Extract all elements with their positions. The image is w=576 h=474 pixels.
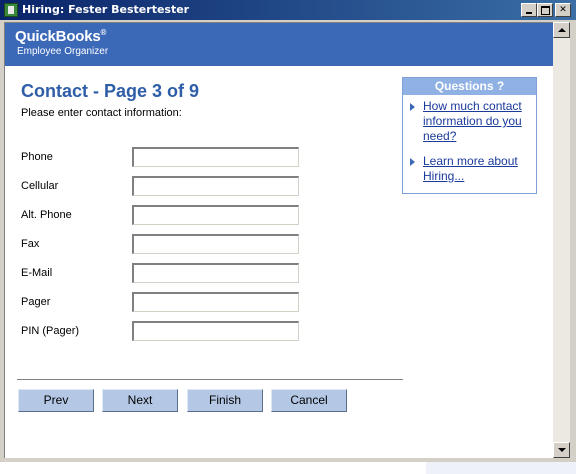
phone-input[interactable] (132, 147, 299, 167)
page-instructions: Please enter contact information: (21, 107, 182, 119)
status-strip (0, 462, 576, 474)
alt-phone-input[interactable] (132, 205, 299, 225)
window-title: Hiring: Fester Bestertester (22, 3, 190, 16)
cancel-button[interactable]: Cancel (271, 389, 347, 412)
hiring-window: Hiring: Fester Bestertester ✕ QuickBooks… (0, 0, 576, 474)
status-panel (426, 462, 576, 474)
wizard-content: QuickBooks® Employee Organizer Contact -… (4, 22, 553, 458)
product-banner: QuickBooks® Employee Organizer (5, 23, 553, 66)
link-learn-hiring[interactable]: Learn more about Hiring... (423, 154, 533, 184)
field-label-phone: Phone (21, 151, 53, 163)
field-label-pager: Pager (21, 296, 51, 308)
field-label-fax: Fax (21, 238, 40, 250)
vertical-scrollbar[interactable] (553, 22, 570, 458)
triangle-right-icon (410, 158, 415, 166)
field-label-pin-pager: PIN (Pager) (21, 325, 80, 337)
pager-input[interactable] (132, 292, 299, 312)
fax-input[interactable] (132, 234, 299, 254)
page-title: Contact - Page 3 of 9 (21, 81, 200, 101)
minimize-button[interactable] (521, 3, 537, 17)
field-label-alt-phone: Alt. Phone (21, 209, 72, 221)
close-button[interactable]: ✕ (555, 3, 571, 17)
email-input[interactable] (132, 263, 299, 283)
triangle-right-icon (410, 103, 415, 111)
brand-logo: QuickBooks® (15, 28, 107, 45)
next-button[interactable]: Next (102, 389, 178, 412)
questions-title: Questions ? (403, 78, 536, 95)
pin-pager-input[interactable] (132, 321, 299, 341)
field-label-cellular: Cellular (21, 180, 59, 192)
finish-button[interactable]: Finish (187, 389, 263, 412)
app-icon[interactable] (4, 3, 18, 17)
maximize-button[interactable] (537, 3, 553, 17)
title-bar[interactable]: Hiring: Fester Bestertester ✕ (0, 0, 576, 20)
cellular-input[interactable] (132, 176, 299, 196)
prev-button[interactable]: Prev (18, 389, 94, 412)
brand-subtitle: Employee Organizer (17, 46, 109, 57)
link-contact-info[interactable]: How much contact information do you need… (423, 99, 533, 144)
scroll-up-icon[interactable] (553, 22, 570, 38)
scroll-down-icon[interactable] (553, 442, 570, 458)
questions-panel: Questions ? How much contact information… (402, 77, 537, 194)
field-label-email: E-Mail (21, 267, 53, 279)
button-divider (17, 379, 403, 381)
